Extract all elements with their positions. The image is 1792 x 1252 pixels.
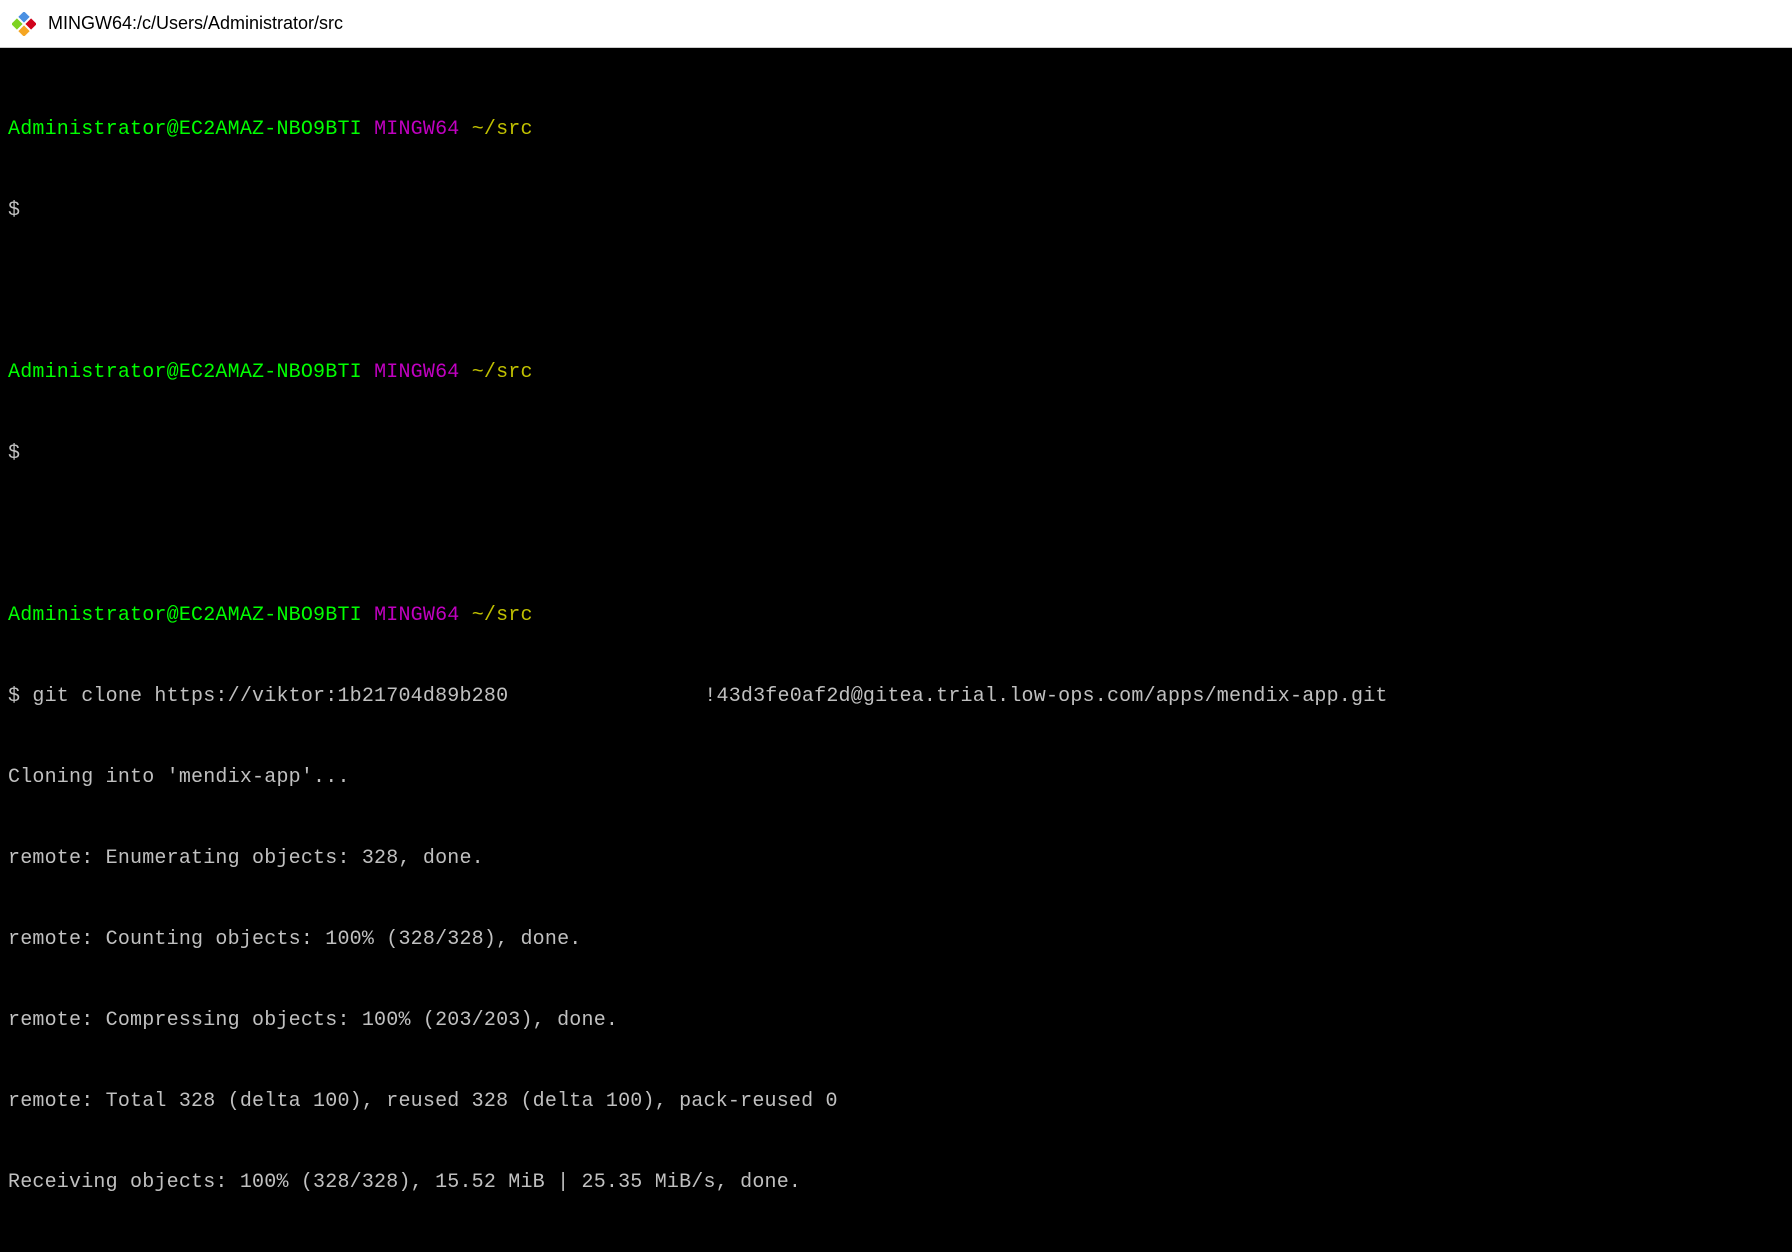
user-host: Administrator@EC2AMAZ-NBO9BTI	[8, 604, 362, 627]
window-title: MINGW64:/c/Users/Administrator/src	[48, 13, 343, 34]
user-host: Administrator@EC2AMAZ-NBO9BTI	[8, 361, 362, 384]
env-label: MINGW64	[374, 361, 459, 384]
env-label: MINGW64	[374, 604, 459, 627]
cwd-path: ~/src	[472, 361, 533, 384]
command-suffix: !43d3fe0af2d@gitea.trial.low-ops.com/app…	[704, 685, 1387, 708]
cwd-path: ~/src	[472, 118, 533, 141]
prompt-symbol: $	[8, 442, 20, 465]
mingw-icon	[12, 12, 36, 36]
prompt-symbol-line: $	[8, 440, 1784, 467]
window-titlebar: MINGW64:/c/Users/Administrator/src	[0, 0, 1792, 48]
output-line: Resolving deltas: 100% (100/100), done.	[8, 1250, 1784, 1252]
env-label: MINGW64	[374, 118, 459, 141]
output-line: Receiving objects: 100% (328/328), 15.52…	[8, 1169, 1784, 1196]
output-line: remote: Total 328 (delta 100), reused 32…	[8, 1088, 1784, 1115]
user-host: Administrator@EC2AMAZ-NBO9BTI	[8, 118, 362, 141]
prompt-line: Administrator@EC2AMAZ-NBO9BTI MINGW64 ~/…	[8, 602, 1784, 629]
output-line: remote: Counting objects: 100% (328/328)…	[8, 926, 1784, 953]
prompt-line: Administrator@EC2AMAZ-NBO9BTI MINGW64 ~/…	[8, 116, 1784, 143]
command-line: $ git clone https://viktor:1b21704d89b28…	[8, 683, 1784, 710]
command-prefix: git clone https://viktor:1b21704d89b280	[32, 685, 508, 708]
prompt-symbol: $	[8, 199, 20, 222]
output-line: remote: Enumerating objects: 328, done.	[8, 845, 1784, 872]
prompt-symbol-line: $	[8, 197, 1784, 224]
prompt-symbol: $	[8, 685, 20, 708]
blank-line	[8, 278, 1784, 305]
cwd-path: ~/src	[472, 604, 533, 627]
output-line: remote: Compressing objects: 100% (203/2…	[8, 1007, 1784, 1034]
output-line: Cloning into 'mendix-app'...	[8, 764, 1784, 791]
prompt-line: Administrator@EC2AMAZ-NBO9BTI MINGW64 ~/…	[8, 359, 1784, 386]
blank-line	[8, 521, 1784, 548]
terminal-body[interactable]: Administrator@EC2AMAZ-NBO9BTI MINGW64 ~/…	[0, 48, 1792, 1252]
